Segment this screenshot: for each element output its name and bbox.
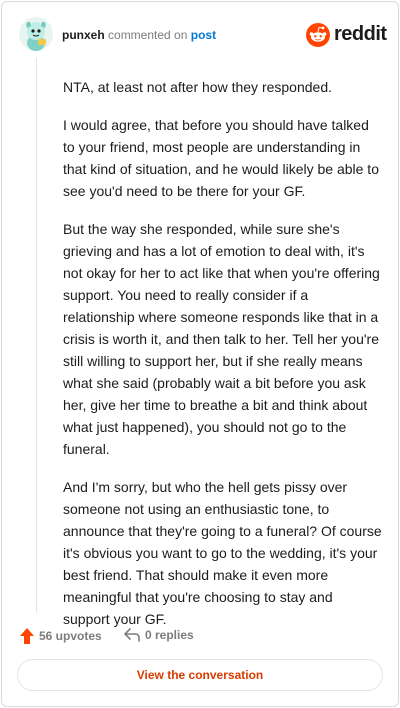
comment-paragraph: NTA, at least not after how they respond…: [63, 79, 333, 95]
comment-paragraph: But the way she responded, while sure sh…: [63, 221, 380, 457]
upvote-count: 56 upvotes: [39, 629, 102, 643]
reddit-logo[interactable]: reddit: [306, 22, 387, 48]
user-avatar-icon[interactable]: [18, 16, 54, 52]
view-conversation-button[interactable]: View the conversation: [17, 659, 383, 691]
comment-paragraph: And I'm sorry, but who the hell gets pis…: [63, 479, 382, 627]
reply-button[interactable]: 0 replies: [124, 628, 194, 642]
username-link[interactable]: punxeh: [62, 28, 105, 42]
post-link[interactable]: post: [191, 28, 216, 42]
reddit-wordmark: reddit: [334, 23, 387, 45]
comment-card: punxeh commented on post reddit NTA, at …: [1, 1, 399, 707]
upvote-button[interactable]: 56 upvotes: [20, 628, 102, 644]
reply-arrow-icon: [124, 628, 140, 642]
action-text: commented on: [108, 28, 188, 42]
comment-header: punxeh commented on post reddit: [18, 16, 387, 56]
thread-line: [36, 58, 37, 613]
comment-body: NTA, at least not after how they respond…: [63, 76, 383, 646]
reddit-logo-icon: [306, 23, 330, 47]
comment-paragraph: I would agree, that before you should ha…: [63, 117, 379, 199]
comment-footer: 56 upvotes 0 replies: [20, 626, 382, 648]
comment-meta: punxeh commented on post: [62, 28, 216, 42]
reply-count: 0 replies: [145, 628, 194, 642]
upvote-arrow-icon: [20, 628, 34, 644]
